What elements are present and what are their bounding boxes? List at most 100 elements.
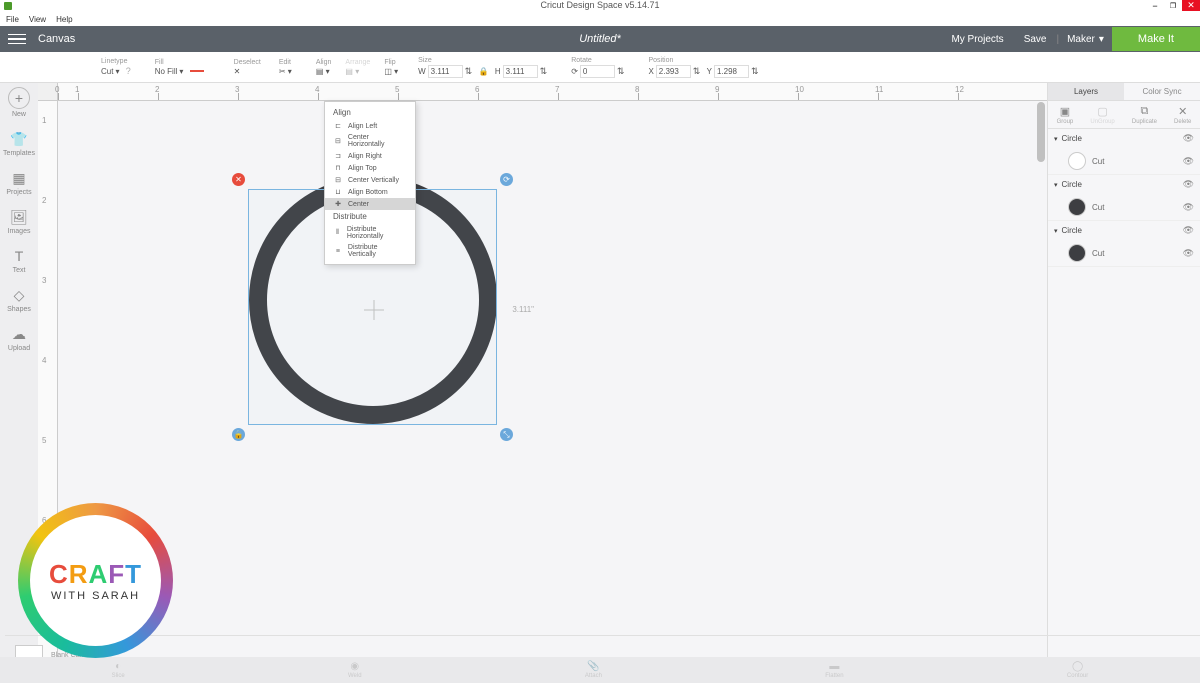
height-input[interactable] [503, 65, 538, 78]
align-right-item[interactable]: ⊐Align Right [325, 150, 415, 162]
layer-item[interactable]: ▾Circle👁 Cut👁 [1048, 129, 1200, 175]
dist-v-icon: ≡ [333, 247, 343, 255]
canvas-area[interactable]: 0 1 2 3 4 5 6 7 8 9 10 11 12 1 2 3 4 5 6… [38, 83, 1047, 683]
ungroup-button[interactable]: ▢UnGroup [1090, 105, 1114, 125]
position-y-input[interactable] [714, 65, 749, 78]
edit-group: Edit ✂ ▾ [274, 52, 297, 82]
rotate-group: Rotate ⟳ ⇅ [566, 52, 629, 82]
color-swatch[interactable] [1068, 152, 1086, 170]
align-top-item[interactable]: ⊓Align Top [325, 162, 415, 174]
vertical-scrollbar[interactable] [1037, 102, 1045, 162]
canvas-content[interactable]: ✕ ⟳ 🔒 ⤡ 3.111" Align ⊏Align Left ⊟Center… [58, 101, 1047, 683]
lock-icon[interactable]: 🔒 [478, 67, 488, 76]
slice-icon: ◐ [115, 661, 121, 672]
linetype-group: Linetype Cut ▾ ? [96, 52, 136, 82]
close-button[interactable] [1182, 0, 1200, 11]
layer-item[interactable]: ▾Circle👁 Cut👁 [1048, 221, 1200, 267]
center-cross-icon [364, 300, 384, 320]
delete-handle[interactable]: ✕ [232, 173, 245, 186]
edit-dropdown[interactable]: ✂ ▾ [279, 67, 292, 76]
position-x-input[interactable] [656, 65, 691, 78]
align-left-item[interactable]: ⊏Align Left [325, 120, 415, 132]
visibility-icon[interactable]: 👁 [1183, 156, 1194, 167]
center-item[interactable]: ✚Center [325, 198, 415, 210]
center-vertically-item[interactable]: ⊟Center Vertically [325, 174, 415, 186]
deselect-button[interactable]: ✕ [234, 67, 261, 76]
projects-button[interactable]: ▦Projects [6, 169, 31, 196]
layer-item[interactable]: ▾Circle👁 Cut👁 [1048, 175, 1200, 221]
duplicate-button[interactable]: ⧉Duplicate [1132, 105, 1157, 125]
templates-button[interactable]: 👕Templates [3, 130, 35, 157]
size-group: Size W ⇅ 🔒 H ⇅ [413, 52, 552, 82]
arrange-dropdown[interactable]: ▤ ▾ [345, 67, 370, 76]
center-horizontally-item[interactable]: ⊟Center Horizontally [325, 132, 415, 150]
machine-dropdown[interactable]: Maker ▾ [1059, 34, 1112, 45]
align-dropdown[interactable]: ▤ ▾ [316, 67, 332, 76]
text-icon: T [10, 247, 28, 265]
document-title[interactable]: Untitled* [579, 33, 621, 45]
align-right-icon: ⊐ [333, 152, 343, 160]
menu-file[interactable]: File [6, 15, 19, 24]
attach-button[interactable]: 📎Attach [585, 661, 602, 679]
duplicate-icon: ⧉ [1140, 105, 1148, 118]
visibility-icon[interactable]: 👁 [1183, 179, 1194, 190]
menu-help[interactable]: Help [56, 15, 72, 24]
top-bar: Canvas Untitled* My Projects Save | Make… [0, 26, 1200, 52]
flatten-button[interactable]: ▬Flatten [825, 661, 843, 679]
align-bottom-item[interactable]: ⊔Align Bottom [325, 186, 415, 198]
lock-handle[interactable]: 🔒 [232, 428, 245, 441]
topbar-right: My Projects Save | Maker ▾ Make It [941, 26, 1200, 52]
slice-button[interactable]: ◐Slice [112, 661, 125, 679]
text-button[interactable]: TText [10, 247, 28, 274]
chevron-down-icon[interactable]: ▾ [1054, 135, 1058, 143]
position-group: Position X ⇅ Y ⇅ [643, 52, 763, 82]
scale-handle[interactable]: ⤡ [500, 428, 513, 441]
horizontal-ruler: 0 1 2 3 4 5 6 7 8 9 10 11 12 [58, 83, 1047, 101]
layers-tab[interactable]: Layers [1048, 83, 1124, 100]
images-button[interactable]: 🖼Images [8, 208, 31, 235]
distribute-header: Distribute [325, 210, 415, 224]
distribute-v-item[interactable]: ≡Distribute Vertically [325, 242, 415, 260]
my-projects-link[interactable]: My Projects [941, 34, 1013, 45]
visibility-icon[interactable]: 👁 [1183, 133, 1194, 144]
visibility-icon[interactable]: 👁 [1183, 202, 1194, 213]
minimize-button[interactable] [1146, 0, 1164, 11]
group-button[interactable]: ▣Group [1057, 105, 1074, 125]
maximize-button[interactable] [1164, 0, 1182, 11]
new-button[interactable]: +New [8, 87, 30, 118]
weld-button[interactable]: ◉Weld [348, 661, 362, 679]
make-it-button[interactable]: Make It [1112, 27, 1200, 51]
fill-select[interactable]: No Fill ▾ [155, 67, 204, 76]
visibility-icon[interactable]: 👁 [1183, 225, 1194, 236]
visibility-icon[interactable]: 👁 [1183, 248, 1194, 259]
chevron-down-icon[interactable]: ▾ [1054, 227, 1058, 235]
color-swatch[interactable] [1068, 198, 1086, 216]
fill-group: Fill No Fill ▾ [150, 52, 209, 82]
upload-icon: ☁ [10, 325, 28, 343]
window-controls [1146, 0, 1200, 11]
colorsync-tab[interactable]: Color Sync [1124, 83, 1200, 100]
watermark-subtitle: WITH SARAH [51, 590, 140, 602]
rotate-input[interactable] [580, 65, 615, 78]
color-swatch[interactable] [1068, 244, 1086, 262]
distribute-h-item[interactable]: ⫴Distribute Horizontally [325, 224, 415, 242]
width-input[interactable] [428, 65, 463, 78]
save-link[interactable]: Save [1014, 34, 1057, 45]
chevron-down-icon[interactable]: ▾ [1054, 181, 1058, 189]
dist-h-icon: ⫴ [333, 229, 342, 237]
rotate-handle[interactable]: ⟳ [500, 173, 513, 186]
deselect-group: Deselect ✕ [229, 52, 266, 82]
window-title: Cricut Design Space v5.14.71 [540, 0, 659, 10]
upload-button[interactable]: ☁Upload [8, 325, 30, 352]
align-dropdown-menu: Align ⊏Align Left ⊟Center Horizontally ⊐… [324, 101, 416, 265]
contour-button[interactable]: ◯Contour [1067, 661, 1088, 679]
flip-dropdown[interactable]: ◫ ▾ [384, 67, 398, 76]
hamburger-icon[interactable] [8, 32, 26, 46]
attach-icon: 📎 [587, 661, 599, 672]
linetype-select[interactable]: Cut ▾ ? [101, 66, 131, 76]
menu-view[interactable]: View [29, 15, 46, 24]
shapes-button[interactable]: ◇Shapes [7, 286, 31, 313]
app-logo-icon [4, 2, 12, 10]
delete-button[interactable]: ✕Delete [1174, 105, 1191, 125]
align-group: Align ▤ ▾ [311, 52, 337, 82]
